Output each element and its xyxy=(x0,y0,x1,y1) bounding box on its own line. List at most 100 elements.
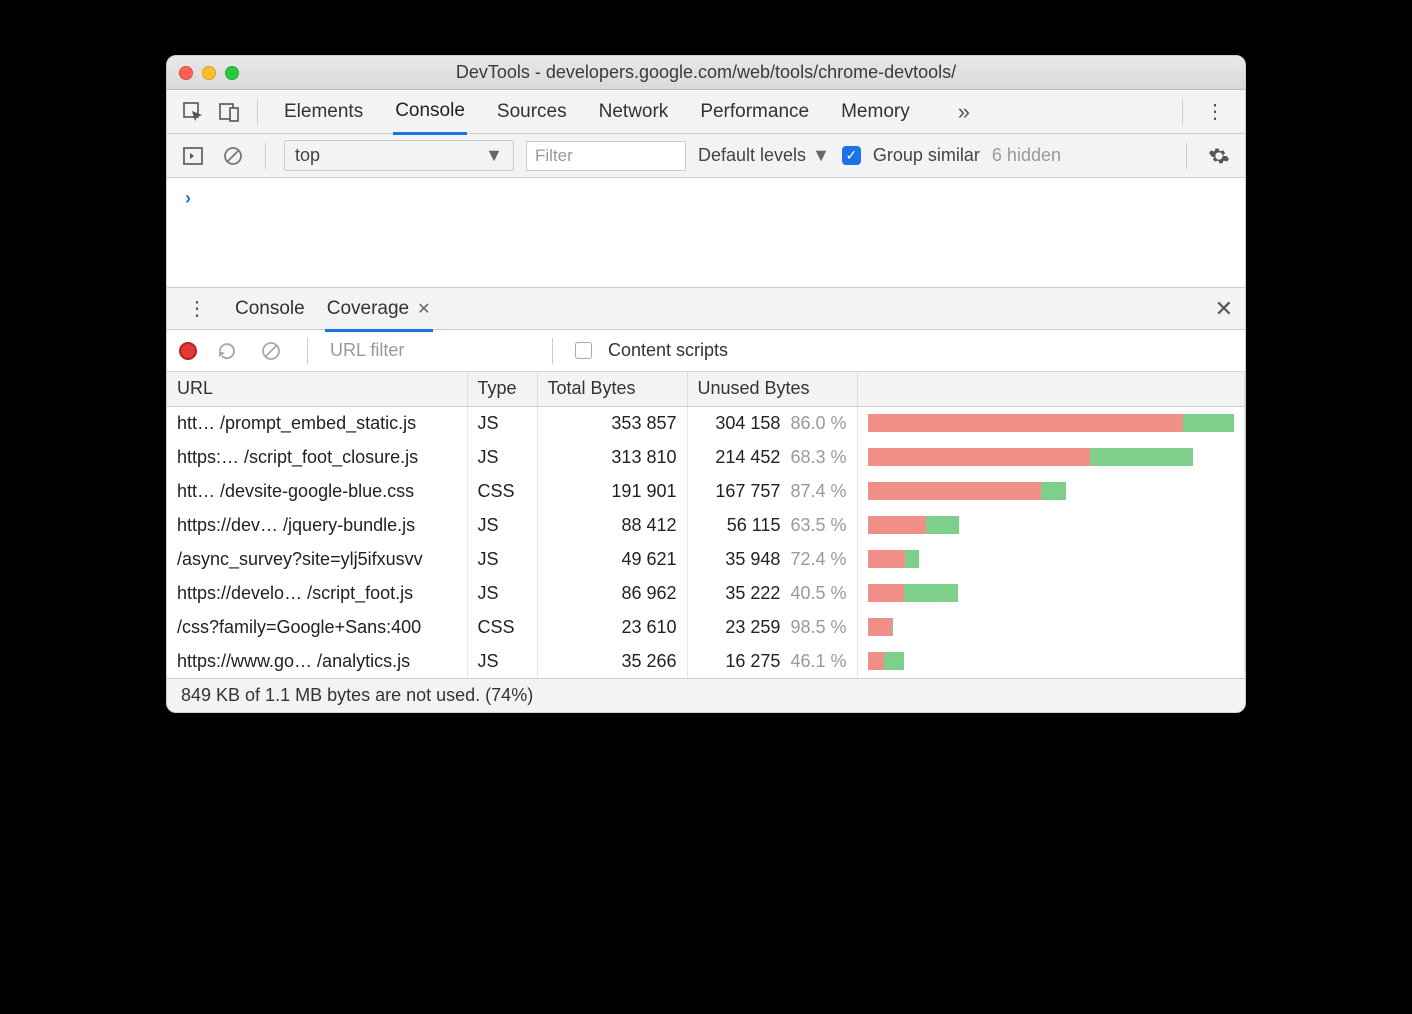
titlebar: DevTools - developers.google.com/web/too… xyxy=(167,56,1245,90)
clear-console-icon[interactable] xyxy=(219,142,247,170)
cell-usage-bar xyxy=(857,576,1245,610)
main-tabbar: Elements Console Sources Network Perform… xyxy=(167,90,1245,134)
cell-total-bytes: 49 621 xyxy=(537,542,687,576)
divider xyxy=(265,143,266,169)
panel-tabs: Elements Console Sources Network Perform… xyxy=(282,88,970,135)
table-row[interactable]: /css?family=Google+Sans:400CSS23 61023 2… xyxy=(167,610,1245,644)
cell-unused-bytes: 35 94872.4 % xyxy=(687,542,857,576)
cell-total-bytes: 86 962 xyxy=(537,576,687,610)
cell-type: JS xyxy=(467,440,537,474)
device-mode-icon[interactable] xyxy=(215,98,243,126)
console-sidebar-toggle-icon[interactable] xyxy=(179,142,207,170)
table-header-row: URL Type Total Bytes Unused Bytes xyxy=(167,372,1245,406)
header-total[interactable]: Total Bytes xyxy=(537,372,687,406)
bar-unused xyxy=(868,618,892,636)
console-body[interactable]: › xyxy=(167,178,1245,288)
table-row[interactable]: https://dev… /jquery-bundle.jsJS88 41256… xyxy=(167,508,1245,542)
drawer-tab-coverage[interactable]: Coverage ✕ xyxy=(325,292,433,332)
cell-usage-bar xyxy=(857,508,1245,542)
cell-url: /async_survey?site=ylj5ifxusvv xyxy=(167,542,467,576)
divider xyxy=(552,338,553,364)
cell-type: JS xyxy=(467,406,537,440)
content-scripts-label: Content scripts xyxy=(608,340,728,361)
cell-unused-bytes: 167 75787.4 % xyxy=(687,474,857,508)
bar-used xyxy=(1183,414,1234,432)
cell-url: /css?family=Google+Sans:400 xyxy=(167,610,467,644)
coverage-table: URL Type Total Bytes Unused Bytes htt… /… xyxy=(167,372,1245,678)
cell-total-bytes: 23 610 xyxy=(537,610,687,644)
table-row[interactable]: /async_survey?site=ylj5ifxusvvJS49 62135… xyxy=(167,542,1245,576)
cell-type: JS xyxy=(467,542,537,576)
tab-elements[interactable]: Elements xyxy=(282,97,365,127)
group-similar-checkbox[interactable]: ✓ xyxy=(842,146,861,165)
cell-type: CSS xyxy=(467,474,537,508)
reload-icon[interactable] xyxy=(213,337,241,365)
cell-unused-bytes: 304 15886.0 % xyxy=(687,406,857,440)
drawer-tabbar: ⋮ Console Coverage ✕ ✕ xyxy=(167,288,1245,330)
table-row[interactable]: https:… /script_foot_closure.jsJS313 810… xyxy=(167,440,1245,474)
table-row[interactable]: htt… /prompt_embed_static.jsJS353 857304… xyxy=(167,406,1245,440)
bar-used xyxy=(1090,448,1193,466)
bar-unused xyxy=(868,482,1042,500)
bar-unused xyxy=(868,584,904,602)
console-prompt-icon: › xyxy=(185,188,191,208)
content-scripts-checkbox[interactable] xyxy=(575,342,592,359)
divider xyxy=(257,99,258,125)
close-drawer-icon[interactable]: ✕ xyxy=(1215,296,1233,322)
table-row[interactable]: https://develo… /script_foot.jsJS86 9623… xyxy=(167,576,1245,610)
group-similar-label: Group similar xyxy=(873,145,980,166)
execution-context-select[interactable]: top ▼ xyxy=(284,140,514,171)
table-row[interactable]: htt… /devsite-google-blue.cssCSS191 9011… xyxy=(167,474,1245,508)
inspect-element-icon[interactable] xyxy=(179,98,207,126)
divider xyxy=(307,338,308,364)
log-levels-label: Default levels xyxy=(698,145,806,166)
header-url[interactable]: URL xyxy=(167,372,467,406)
table-row[interactable]: https://www.go… /analytics.jsJS35 26616 … xyxy=(167,644,1245,678)
tab-performance[interactable]: Performance xyxy=(698,97,811,127)
drawer-kebab-icon[interactable]: ⋮ xyxy=(179,296,215,321)
tab-console[interactable]: Console xyxy=(393,96,467,135)
header-bar[interactable] xyxy=(857,372,1245,406)
cell-unused-bytes: 35 22240.5 % xyxy=(687,576,857,610)
cell-type: JS xyxy=(467,508,537,542)
bar-used xyxy=(926,516,959,534)
chevron-down-icon: ▼ xyxy=(485,145,503,166)
bar-unused xyxy=(868,448,1090,466)
divider xyxy=(1186,143,1187,169)
execution-context-value: top xyxy=(295,145,320,166)
cell-usage-bar xyxy=(857,644,1245,678)
coverage-toolbar: Content scripts xyxy=(167,330,1245,372)
drawer-tab-console[interactable]: Console xyxy=(233,292,307,326)
cell-total-bytes: 313 810 xyxy=(537,440,687,474)
settings-kebab-icon[interactable]: ⋮ xyxy=(1197,99,1233,124)
window-title: DevTools - developers.google.com/web/too… xyxy=(167,62,1245,83)
header-unused[interactable]: Unused Bytes xyxy=(687,372,857,406)
record-button[interactable] xyxy=(179,342,197,360)
cell-usage-bar xyxy=(857,406,1245,440)
console-filter-input[interactable] xyxy=(526,141,686,171)
close-tab-icon[interactable]: ✕ xyxy=(417,299,430,319)
tab-network[interactable]: Network xyxy=(597,97,671,127)
clear-coverage-icon[interactable] xyxy=(257,337,285,365)
header-type[interactable]: Type xyxy=(467,372,537,406)
tab-sources[interactable]: Sources xyxy=(495,97,569,127)
divider xyxy=(1182,99,1183,125)
cell-usage-bar xyxy=(857,610,1245,644)
cell-unused-bytes: 214 45268.3 % xyxy=(687,440,857,474)
bar-unused xyxy=(868,550,905,568)
bar-unused xyxy=(868,652,885,670)
tab-memory[interactable]: Memory xyxy=(839,97,912,127)
cell-total-bytes: 88 412 xyxy=(537,508,687,542)
cell-total-bytes: 191 901 xyxy=(537,474,687,508)
devtools-window: DevTools - developers.google.com/web/too… xyxy=(166,55,1246,713)
drawer-tab-label: Console xyxy=(235,298,305,320)
cell-url: htt… /prompt_embed_static.js xyxy=(167,406,467,440)
tabs-overflow-button[interactable]: » xyxy=(958,99,970,125)
cell-unused-bytes: 16 27546.1 % xyxy=(687,644,857,678)
console-toolbar: top ▼ Default levels ▼ ✓ Group similar 6… xyxy=(167,134,1245,178)
hidden-messages-count[interactable]: 6 hidden xyxy=(992,145,1061,166)
log-levels-select[interactable]: Default levels ▼ xyxy=(698,145,830,166)
coverage-url-filter-input[interactable] xyxy=(330,340,530,361)
console-settings-gear-icon[interactable] xyxy=(1205,142,1233,170)
cell-usage-bar xyxy=(857,474,1245,508)
